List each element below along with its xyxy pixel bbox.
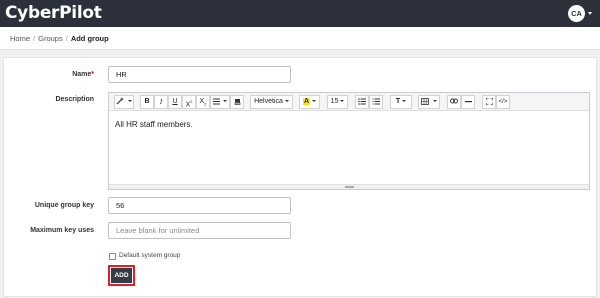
magic-wand-icon[interactable] — [114, 95, 134, 109]
default-system-group-checkbox[interactable] — [109, 253, 116, 260]
chevron-down-icon[interactable] — [588, 12, 592, 15]
app-logo[interactable]: CyberPilot — [5, 3, 102, 23]
editor-toolbar: B I U X2 X2 Helvetica A 15 T </> — [109, 93, 589, 111]
breadcrumb-separator: / — [33, 34, 36, 43]
fullscreen-icon[interactable] — [482, 95, 496, 109]
default-system-group-label: Default system group — [119, 252, 181, 259]
italic-button[interactable]: I — [154, 95, 168, 109]
unique-group-key-label: Unique group key — [34, 202, 94, 209]
underline-button[interactable]: U — [168, 95, 182, 109]
bold-button[interactable]: B — [140, 95, 154, 109]
eraser-icon[interactable] — [230, 95, 244, 109]
breadcrumb-home[interactable]: Home — [10, 34, 30, 43]
breadcrumb-current: Add group — [70, 34, 109, 43]
horizontal-rule-icon[interactable] — [461, 95, 475, 109]
table-icon[interactable] — [418, 95, 440, 109]
user-avatar[interactable]: CA — [568, 5, 585, 22]
add-button-highlight: ADD — [108, 265, 135, 286]
link-icon[interactable] — [447, 95, 461, 109]
breadcrumb: Home / Groups / Add group — [0, 27, 600, 50]
add-button[interactable]: ADD — [111, 268, 132, 283]
ordered-list-icon[interactable] — [369, 95, 383, 109]
maximum-key-uses-label: Maximum key uses — [30, 227, 94, 234]
description-label: Description — [55, 96, 94, 103]
maximum-key-uses-input[interactable] — [108, 222, 291, 239]
unordered-list-icon[interactable] — [355, 95, 369, 109]
code-view-button[interactable]: </> — [496, 95, 510, 109]
subscript-button[interactable]: X2 — [196, 95, 210, 109]
editor-content[interactable]: All HR staff members. — [115, 120, 193, 129]
font-size-select[interactable]: 15 — [327, 95, 348, 109]
text-color-button[interactable]: A — [299, 95, 320, 109]
grip-icon — [345, 186, 354, 188]
breadcrumb-groups[interactable]: Groups — [38, 34, 63, 43]
font-family-select[interactable]: Helvetica — [250, 95, 293, 109]
name-input[interactable] — [108, 66, 291, 83]
name-label: Name* — [72, 71, 94, 78]
line-height-icon[interactable]: T — [390, 95, 412, 109]
top-navbar: CyberPilot CA — [0, 0, 600, 27]
breadcrumb-separator: / — [65, 34, 68, 43]
unique-group-key-input[interactable] — [108, 197, 291, 214]
align-icon[interactable] — [210, 95, 230, 109]
editor-resize-handle[interactable] — [109, 184, 589, 189]
superscript-button[interactable]: X2 — [182, 95, 196, 109]
description-editor[interactable]: B I U X2 X2 Helvetica A 15 T </> All HR … — [108, 92, 590, 190]
